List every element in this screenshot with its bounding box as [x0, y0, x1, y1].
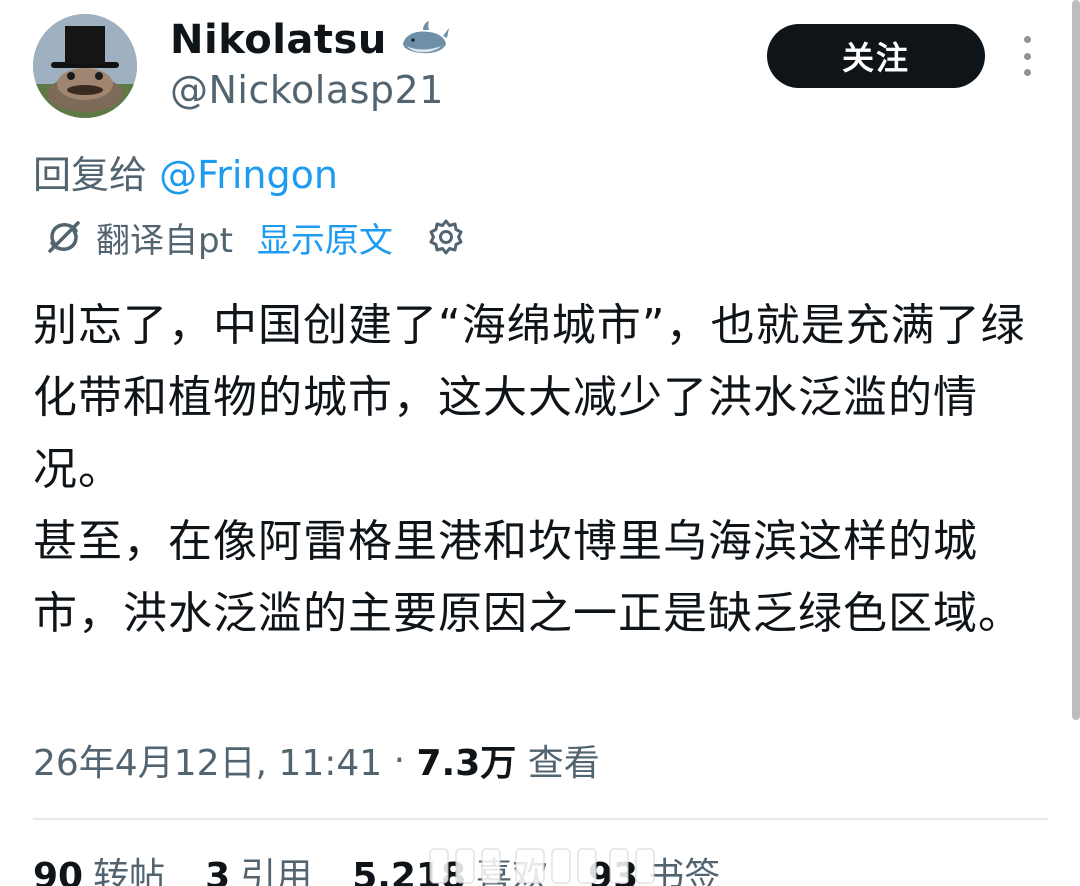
reply-to-line: 回复给 @Fringon [33, 144, 338, 199]
translate-icon [48, 221, 80, 253]
user-handle[interactable]: @Nickolasp21 [170, 68, 444, 112]
retweets-stat[interactable]: 90 转帖 [33, 847, 165, 886]
reply-mention-link[interactable]: @Fringon [159, 153, 338, 197]
retweets-label: 转帖 [93, 856, 166, 886]
display-name-text: Nikolatsu [170, 17, 387, 63]
views-count: 7.3万 [416, 743, 517, 784]
views-label: 查看 [516, 743, 600, 784]
scrollbar[interactable] [1072, 0, 1080, 720]
whale-icon [402, 21, 449, 54]
translation-row: 翻译自pt 显示原文 [44, 212, 465, 262]
tweet-text: 别忘了，中国创建了“海绵城市”，也就是充满了绿化带和植物的城市，这大大减少了洪水… [33, 290, 1043, 650]
translated-from-label: 翻译自pt [96, 220, 233, 261]
avatar[interactable] [33, 14, 137, 118]
more-vertical-icon[interactable] [1010, 36, 1044, 76]
display-name[interactable]: Nikolatsu [170, 14, 451, 66]
avatar-image [33, 14, 137, 118]
quotes-count: 3 [205, 856, 231, 886]
gear-icon[interactable] [427, 218, 465, 256]
quotes-stat[interactable]: 3 引用 [205, 847, 312, 886]
show-original-link[interactable]: 显示原文 [257, 213, 393, 262]
follow-button[interactable]: 关注 [767, 24, 985, 88]
tweet-page: Nikolatsu @Nickolasp21 关注 回复给 @Fringon 翻… [0, 0, 1080, 886]
reply-prefix: 回复给 [33, 153, 148, 197]
tweet-paragraph: 别忘了，中国创建了“海绵城市”，也就是充满了绿化带和植物的城市，这大大减少了洪水… [33, 300, 1026, 495]
retweets-count: 90 [33, 856, 84, 886]
quotes-label: 引用 [240, 856, 313, 886]
meta-separator: · [382, 739, 417, 781]
tweet-paragraph: 甚至，在像阿雷格里港和坎博里乌海滨这样的城市，洪水泛滥的主要原因之一正是缺乏绿色… [33, 516, 1023, 639]
divider [33, 818, 1048, 820]
watermark [429, 848, 655, 884]
tweet-timestamp[interactable]: 26年4月12日, 11:41 [33, 734, 382, 786]
tweet-meta: 26年4月12日, 11:41 · 7.3万 查看 [33, 734, 600, 786]
